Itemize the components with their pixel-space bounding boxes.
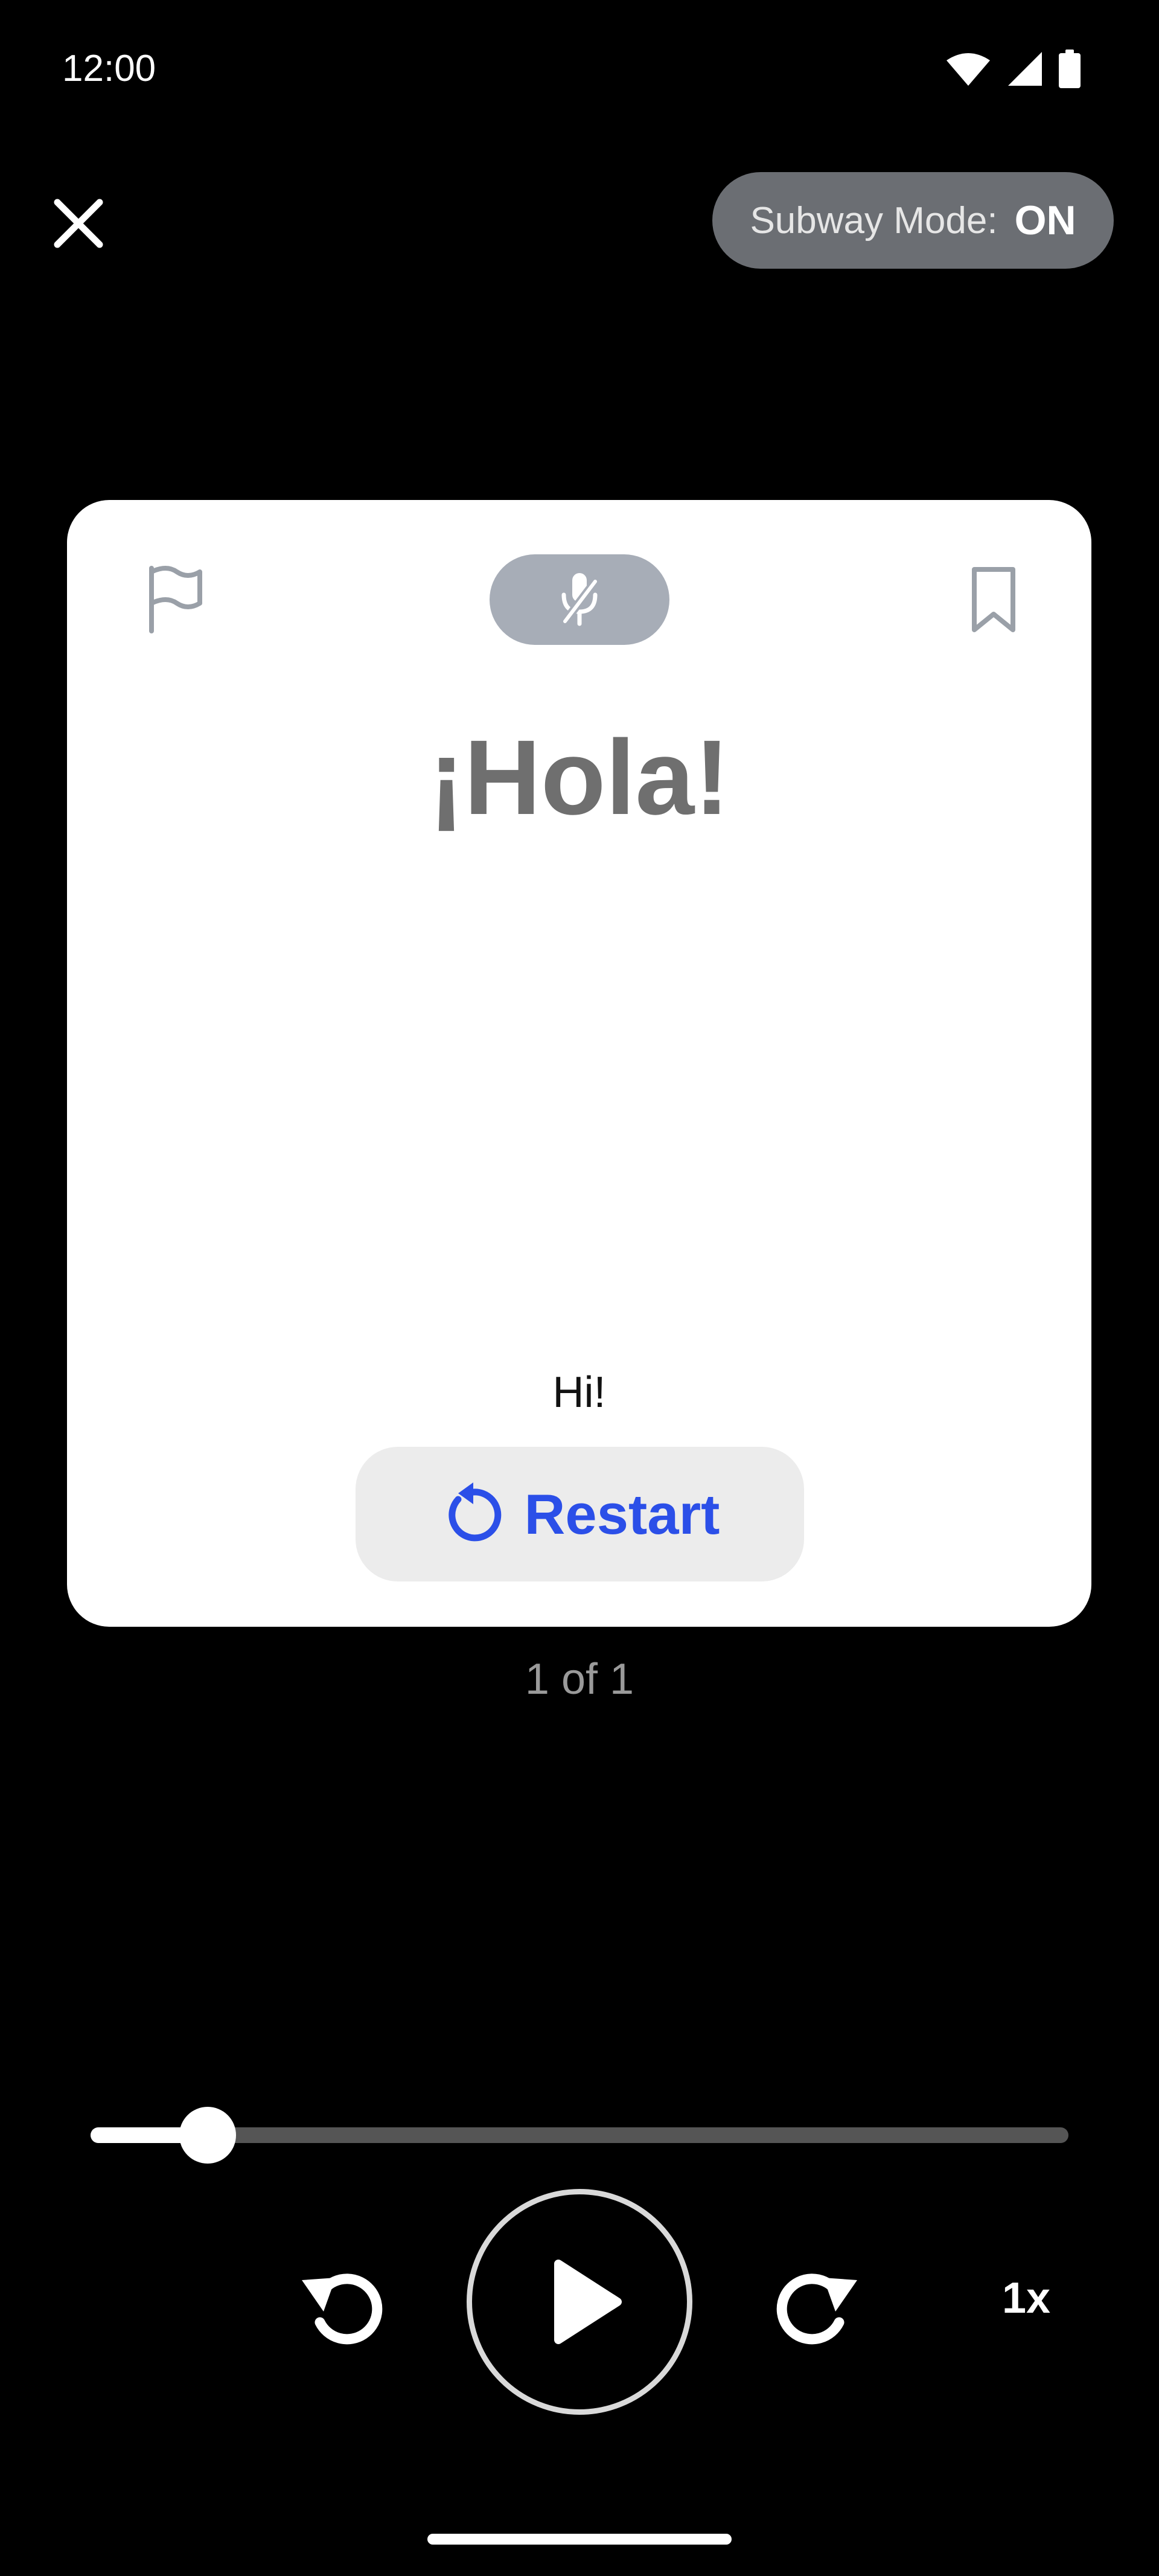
seek-track[interactable] bbox=[91, 2127, 1068, 2143]
battery-icon bbox=[1059, 50, 1081, 88]
restart-button[interactable]: Restart bbox=[356, 1447, 804, 1581]
close-icon bbox=[54, 199, 103, 248]
forward-button[interactable] bbox=[761, 2252, 869, 2361]
status-icons bbox=[945, 50, 1081, 88]
status-time: 12:00 bbox=[62, 48, 156, 89]
rewind-button[interactable] bbox=[290, 2252, 398, 2361]
flag-icon bbox=[149, 566, 202, 633]
bookmark-button[interactable] bbox=[957, 563, 1030, 636]
flashcard-translation: Hi! bbox=[552, 1368, 606, 1417]
subway-mode-label: Subway Mode: bbox=[750, 199, 998, 242]
forward-icon bbox=[776, 2273, 857, 2345]
play-icon bbox=[554, 2260, 622, 2344]
restart-label: Restart bbox=[524, 1482, 720, 1546]
flashcard: ¡Hola! Hi! Restart bbox=[67, 500, 1091, 1627]
seek-thumb[interactable] bbox=[179, 2107, 237, 2164]
mic-toggle-button[interactable] bbox=[490, 554, 669, 645]
flashcard-word: ¡Hola! bbox=[429, 719, 730, 837]
playback-speed-button[interactable]: 1x bbox=[978, 2273, 1074, 2323]
flag-button[interactable] bbox=[139, 563, 212, 636]
home-indicator[interactable] bbox=[427, 2534, 732, 2545]
rewind-icon bbox=[302, 2273, 383, 2345]
wifi-icon bbox=[947, 53, 990, 86]
signal-icon bbox=[1008, 52, 1042, 86]
subway-mode-value: ON bbox=[1014, 197, 1076, 243]
close-button[interactable] bbox=[51, 196, 106, 251]
bookmark-icon bbox=[972, 567, 1015, 632]
restart-icon bbox=[448, 1482, 501, 1541]
play-button[interactable] bbox=[467, 2189, 692, 2415]
subway-mode-toggle[interactable]: Subway Mode: ON bbox=[712, 172, 1114, 269]
mic-off-icon bbox=[561, 573, 599, 626]
card-counter: 1 of 1 bbox=[525, 1655, 634, 1703]
